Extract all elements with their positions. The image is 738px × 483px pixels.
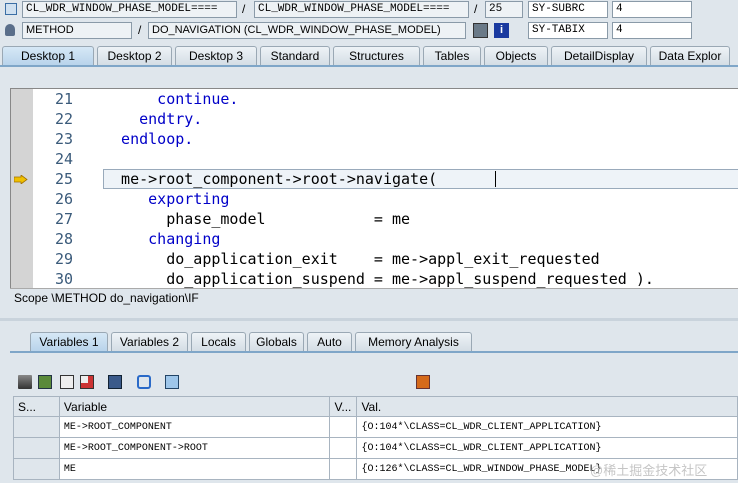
- text-cursor: [495, 171, 496, 187]
- source-code-editor[interactable]: 21 continue. 22 endtry. 23 endloop. 24 25 me…: [10, 88, 738, 288]
- line-number: 28: [54, 230, 73, 248]
- sysvar-name-field-2[interactable]: SY-TABIX: [528, 22, 608, 39]
- code-text: do_application_suspend = me->appl_suspen…: [103, 270, 654, 288]
- event-name-field[interactable]: DO_NAVIGATION (CL_WDR_WINDOW_PHASE_MODEL…: [148, 22, 466, 39]
- list-delete-icon[interactable]: [80, 375, 94, 389]
- tab-variables-2[interactable]: Variables 2: [111, 332, 188, 351]
- program-field[interactable]: CL_WDR_WINDOW_PHASE_MODEL====: [22, 1, 237, 18]
- sysvar-value-field[interactable]: 4: [612, 1, 692, 18]
- variable-cell[interactable]: ME->ROOT_COMPONENT->ROOT: [58, 437, 331, 459]
- row-selector[interactable]: [13, 416, 60, 438]
- code-line[interactable]: 29 do_application_exit = me->appl_exit_r…: [11, 249, 738, 269]
- delete-icon[interactable]: [18, 375, 32, 389]
- col-header-value-type[interactable]: V...: [329, 396, 358, 417]
- list-icon[interactable]: [60, 375, 74, 389]
- var-tab-baseline: [10, 351, 738, 353]
- scope-label: Scope \METHOD do_navigation\IF: [14, 291, 199, 305]
- code-text: endloop.: [103, 130, 194, 148]
- code-line[interactable]: 26 exporting: [11, 189, 738, 209]
- arrow-swap-icon[interactable]: [137, 375, 151, 389]
- code-text: continue.: [103, 90, 239, 108]
- code-text: exporting: [103, 190, 230, 208]
- line-number: 29: [54, 250, 73, 268]
- current-line-arrow-icon: [14, 175, 28, 184]
- code-line[interactable]: 21 continue.: [11, 89, 738, 109]
- code-text: changing: [103, 230, 221, 248]
- method-icon: [5, 24, 15, 36]
- line-number: 27: [54, 210, 73, 228]
- save-icon[interactable]: [416, 375, 430, 389]
- tab-strip-baseline: [0, 65, 738, 67]
- tab-desktop-2[interactable]: Desktop 2: [97, 46, 172, 65]
- code-line[interactable]: 24: [11, 149, 738, 169]
- tab-memory-analysis[interactable]: Memory Analysis: [355, 332, 472, 351]
- class-icon: [5, 3, 17, 15]
- tab-detaildisplay[interactable]: DetailDisplay: [551, 46, 647, 65]
- code-text: phase_model = me: [103, 210, 411, 228]
- value-type-cell[interactable]: [329, 458, 358, 480]
- col-header-variable[interactable]: Variable: [58, 396, 331, 417]
- separator-slash: /: [138, 23, 142, 37]
- variable-tab-strip: Variables 1 Variables 2 Locals Globals Auto M…: [30, 332, 475, 352]
- code-line[interactable]: 30 do_application_suspend = me->appl_sus…: [11, 269, 738, 288]
- splitter[interactable]: [0, 318, 738, 321]
- line-number: 24: [54, 150, 73, 168]
- tab-variables-1[interactable]: Variables 1: [30, 332, 108, 352]
- separator-slash: /: [474, 2, 478, 16]
- tab-structures[interactable]: Structures: [333, 46, 420, 65]
- sysvar-name-field[interactable]: SY-SUBRC: [528, 1, 608, 18]
- hierarchy-icon[interactable]: [108, 375, 122, 389]
- variable-cell[interactable]: ME: [58, 458, 331, 480]
- tab-objects[interactable]: Objects: [484, 46, 548, 65]
- line-number: 30: [54, 270, 73, 288]
- code-text: do_application_exit = me->appl_exit_requ…: [103, 250, 600, 268]
- row-selector[interactable]: [13, 458, 60, 480]
- tab-locals[interactable]: Locals: [191, 332, 246, 351]
- row-selector[interactable]: [13, 437, 60, 459]
- code-line[interactable]: 28 changing: [11, 229, 738, 249]
- tab-data-explor[interactable]: Data Explor: [650, 46, 730, 65]
- value-cell[interactable]: {O:104*\CLASS=CL_WDR_CLIENT_APPLICATION}: [356, 437, 738, 459]
- line-number: 26: [54, 190, 73, 208]
- tab-standard[interactable]: Standard: [260, 46, 330, 65]
- info-icon[interactable]: i: [494, 23, 509, 38]
- line-number-field[interactable]: 25: [485, 1, 523, 18]
- watermark: @稀土掘金技术社区: [590, 463, 708, 478]
- line-number: 25: [54, 170, 73, 188]
- code-line[interactable]: 27 phase_model = me: [11, 209, 738, 229]
- value-type-cell[interactable]: [329, 416, 358, 438]
- table-row[interactable]: ME->ROOT_COMPONENT {O:104*\CLASS=CL_WDR_C…: [13, 416, 738, 438]
- line-number: 23: [54, 130, 73, 148]
- display-source-icon[interactable]: [473, 23, 488, 38]
- separator-slash: /: [242, 2, 246, 16]
- tab-tables[interactable]: Tables: [423, 46, 481, 65]
- variable-cell[interactable]: ME->ROOT_COMPONENT: [58, 416, 331, 438]
- line-number: 21: [54, 90, 73, 108]
- open-object-icon[interactable]: [165, 375, 179, 389]
- event-type-field[interactable]: METHOD: [22, 22, 132, 39]
- tab-globals[interactable]: Globals: [249, 332, 304, 351]
- value-type-cell[interactable]: [329, 437, 358, 459]
- line-number: 22: [54, 110, 73, 128]
- code-line[interactable]: 23 endloop.: [11, 129, 738, 149]
- code-line[interactable]: 25 me->root_component->root->navigate(: [11, 169, 738, 189]
- col-header-value[interactable]: Val.: [356, 396, 738, 417]
- table-row[interactable]: ME->ROOT_COMPONENT->ROOT {O:104*\CLASS=CL…: [13, 437, 738, 459]
- insert-variable-icon[interactable]: [38, 375, 52, 389]
- tab-desktop-1[interactable]: Desktop 1: [2, 46, 94, 66]
- code-line[interactable]: 22 endtry.: [11, 109, 738, 129]
- editor-right-edge: [10, 288, 738, 289]
- col-header-status[interactable]: S...: [13, 396, 60, 417]
- tab-desktop-3[interactable]: Desktop 3: [175, 46, 257, 65]
- sysvar-value-field-2[interactable]: 4: [612, 22, 692, 39]
- tab-auto[interactable]: Auto: [307, 332, 352, 351]
- value-cell[interactable]: {O:104*\CLASS=CL_WDR_CLIENT_APPLICATION}: [356, 416, 738, 438]
- code-text: endtry.: [103, 110, 203, 128]
- include-field[interactable]: CL_WDR_WINDOW_PHASE_MODEL====: [254, 1, 469, 18]
- desktop-tab-strip: Desktop 1 Desktop 2 Desktop 3 Standard Struc…: [2, 46, 733, 66]
- code-text: me->root_component->root->navigate(: [103, 170, 438, 188]
